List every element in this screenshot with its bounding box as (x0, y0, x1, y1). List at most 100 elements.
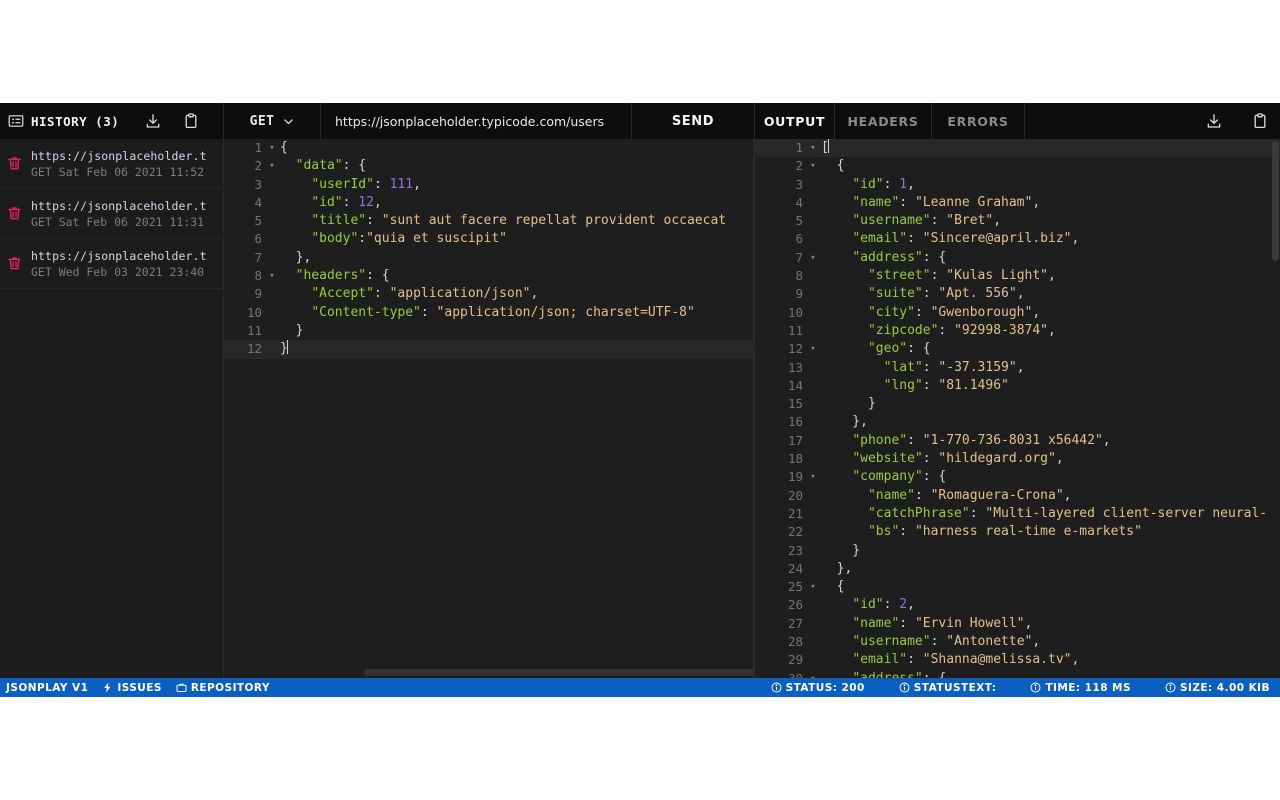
code-line: 4 "name": "Leanne Graham", (755, 194, 1280, 212)
fold-toggle-icon (807, 542, 819, 560)
status-badge: STATUS: 200 (771, 682, 865, 694)
fold-toggle-icon[interactable]: ▾ (807, 157, 819, 175)
code-line: 9 "Accept": "application/json", (224, 285, 753, 303)
code-line: 30▾ "address": { (755, 670, 1280, 678)
download-icon[interactable] (145, 113, 161, 129)
code-line: 24 }, (755, 560, 1280, 578)
line-number: 7 (254, 249, 262, 265)
line-number: 28 (787, 634, 803, 650)
url-input-wrapper[interactable]: https://jsonplaceholder.typicode.com/use… (321, 103, 632, 139)
code-line: 22 "bs": "harness real-time e-markets" (755, 523, 1280, 541)
fold-toggle-icon (807, 523, 819, 541)
history-title-label: HISTORY (3) (31, 113, 120, 129)
fold-toggle-icon[interactable]: ▾ (807, 670, 819, 678)
code-text: "userId": 111, (311, 176, 421, 192)
code-line: 28 "username": "Antonette", (755, 633, 1280, 651)
code-line: 11 } (224, 322, 753, 340)
fold-toggle-icon[interactable]: ▾ (807, 139, 819, 157)
fold-toggle-icon[interactable]: ▾ (807, 578, 819, 596)
fold-toggle-icon[interactable]: ▾ (807, 249, 819, 267)
line-number: 7 (795, 249, 803, 265)
fold-toggle-icon (807, 395, 819, 413)
clipboard-icon[interactable] (1252, 113, 1268, 129)
code-line: 6 "email": "Sincere@april.biz", (755, 230, 1280, 248)
history-item[interactable]: https://jsonplaceholder.t GET Wed Feb 03 … (0, 239, 223, 289)
method-select[interactable]: GET (224, 103, 321, 139)
code-line: 3 "id": 1, (755, 176, 1280, 194)
tab-errors[interactable]: ERRORS (932, 103, 1025, 139)
history-item-timestamp: GET Sat Feb 06 2021 11:52 (31, 164, 205, 179)
download-icon[interactable] (1206, 113, 1222, 129)
fold-toggle-icon[interactable]: ▾ (266, 157, 278, 175)
code-line: 6 "body":"quia et suscipit" (224, 230, 753, 248)
request-code[interactable]: 1 ▾{2 ▾ "data": {3 "userId": 111, 4 "id": 1… (224, 139, 753, 678)
fold-toggle-icon (266, 176, 278, 194)
trash-icon[interactable] (6, 255, 23, 272)
code-line: 10 "city": "Gwenborough", (755, 304, 1280, 322)
line-number: 23 (787, 542, 803, 558)
statustext-badge: STATUSTEXT: (899, 682, 997, 694)
code-line: 3 "userId": 111, (224, 176, 753, 194)
size-badge: SIZE: 4.00 KIB (1165, 682, 1270, 694)
code-text: "email": "Sincere@april.biz", (852, 231, 1080, 247)
code-line: 26 "id": 2, (755, 596, 1280, 614)
code-text: "data": { (295, 158, 367, 174)
history-item[interactable]: https://jsonplaceholder.t GET Sat Feb 06 … (0, 139, 223, 189)
fold-toggle-icon (807, 212, 819, 230)
request-editor[interactable]: 1 ▾{2 ▾ "data": {3 "userId": 111, 4 "id": 1… (224, 139, 754, 678)
line-number: 12 (246, 341, 262, 357)
fold-toggle-icon (807, 450, 819, 468)
tab-output[interactable]: OUTPUT (755, 103, 835, 139)
code-line: 13 "lat": "-37.3159", (755, 359, 1280, 377)
brand-label: JSONPLAY V1 (6, 681, 89, 694)
code-text: } (821, 542, 861, 558)
trash-icon[interactable] (6, 205, 23, 222)
request-hscrollbar[interactable] (224, 669, 753, 676)
code-text: "name": "Ervin Howell", (852, 615, 1033, 631)
line-number: 2 (254, 158, 262, 174)
history-item[interactable]: https://jsonplaceholder.t GET Sat Feb 06 … (0, 189, 223, 239)
briefcase-icon (176, 682, 187, 693)
tab-headers[interactable]: HEADERS (835, 103, 932, 139)
issues-link[interactable]: ISSUES (102, 682, 162, 694)
history-item-timestamp: GET Sat Feb 06 2021 11:31 (31, 214, 205, 229)
code-text: }, (821, 560, 853, 576)
line-number: 10 (246, 304, 262, 320)
line-number: 14 (787, 377, 803, 393)
status-bar-right: STATUS: 200 STATUSTEXT: TIME: 118 MS SIZ… (771, 682, 1280, 694)
info-icon (1030, 682, 1041, 693)
clipboard-icon[interactable] (183, 113, 199, 129)
code-line: 7 ▾ "address": { (755, 249, 1280, 267)
text-cursor (286, 340, 288, 355)
repository-link[interactable]: REPOSITORY (176, 682, 270, 694)
fold-toggle-icon (807, 487, 819, 505)
output-actions (1206, 103, 1268, 139)
fold-toggle-icon (807, 413, 819, 431)
line-number: 9 (254, 286, 262, 302)
output-editor[interactable]: 1 ▾[2 ▾ {3 "id": 1, 4 "name": "Leanne Graha… (754, 139, 1280, 678)
output-bar-spacer (1025, 103, 1206, 139)
code-text: }, (821, 414, 868, 430)
status-label: STATUS: 200 (785, 681, 865, 694)
fold-toggle-icon[interactable]: ▾ (266, 267, 278, 285)
send-button[interactable]: SEND (632, 103, 754, 139)
output-vscrollbar[interactable] (1271, 139, 1280, 678)
history-item-meta: https://jsonplaceholder.t GET Wed Feb 03 … (31, 249, 207, 279)
history-list: https://jsonplaceholder.t GET Sat Feb 06 … (0, 139, 224, 678)
method-label: GET (249, 113, 275, 129)
line-number: 4 (795, 194, 803, 210)
fold-toggle-icon (807, 596, 819, 614)
line-number: 26 (787, 597, 803, 613)
code-text: "Content-type": "application/json; chars… (311, 304, 695, 320)
url-input[interactable]: https://jsonplaceholder.typicode.com/use… (335, 114, 604, 129)
status-bar-left: JSONPLAY V1 ISSUES REPOSITORY (0, 682, 270, 694)
trash-icon[interactable] (6, 155, 23, 172)
fold-toggle-icon (807, 194, 819, 212)
code-text: { (821, 579, 845, 595)
fold-toggle-icon[interactable]: ▾ (266, 139, 278, 157)
code-text: "title": "sunt aut facere repellat provi… (311, 213, 727, 229)
fold-toggle-icon[interactable]: ▾ (807, 468, 819, 486)
fold-toggle-icon[interactable]: ▾ (807, 340, 819, 358)
fold-toggle-icon (807, 304, 819, 322)
main-body: https://jsonplaceholder.t GET Sat Feb 06 … (0, 139, 1280, 678)
